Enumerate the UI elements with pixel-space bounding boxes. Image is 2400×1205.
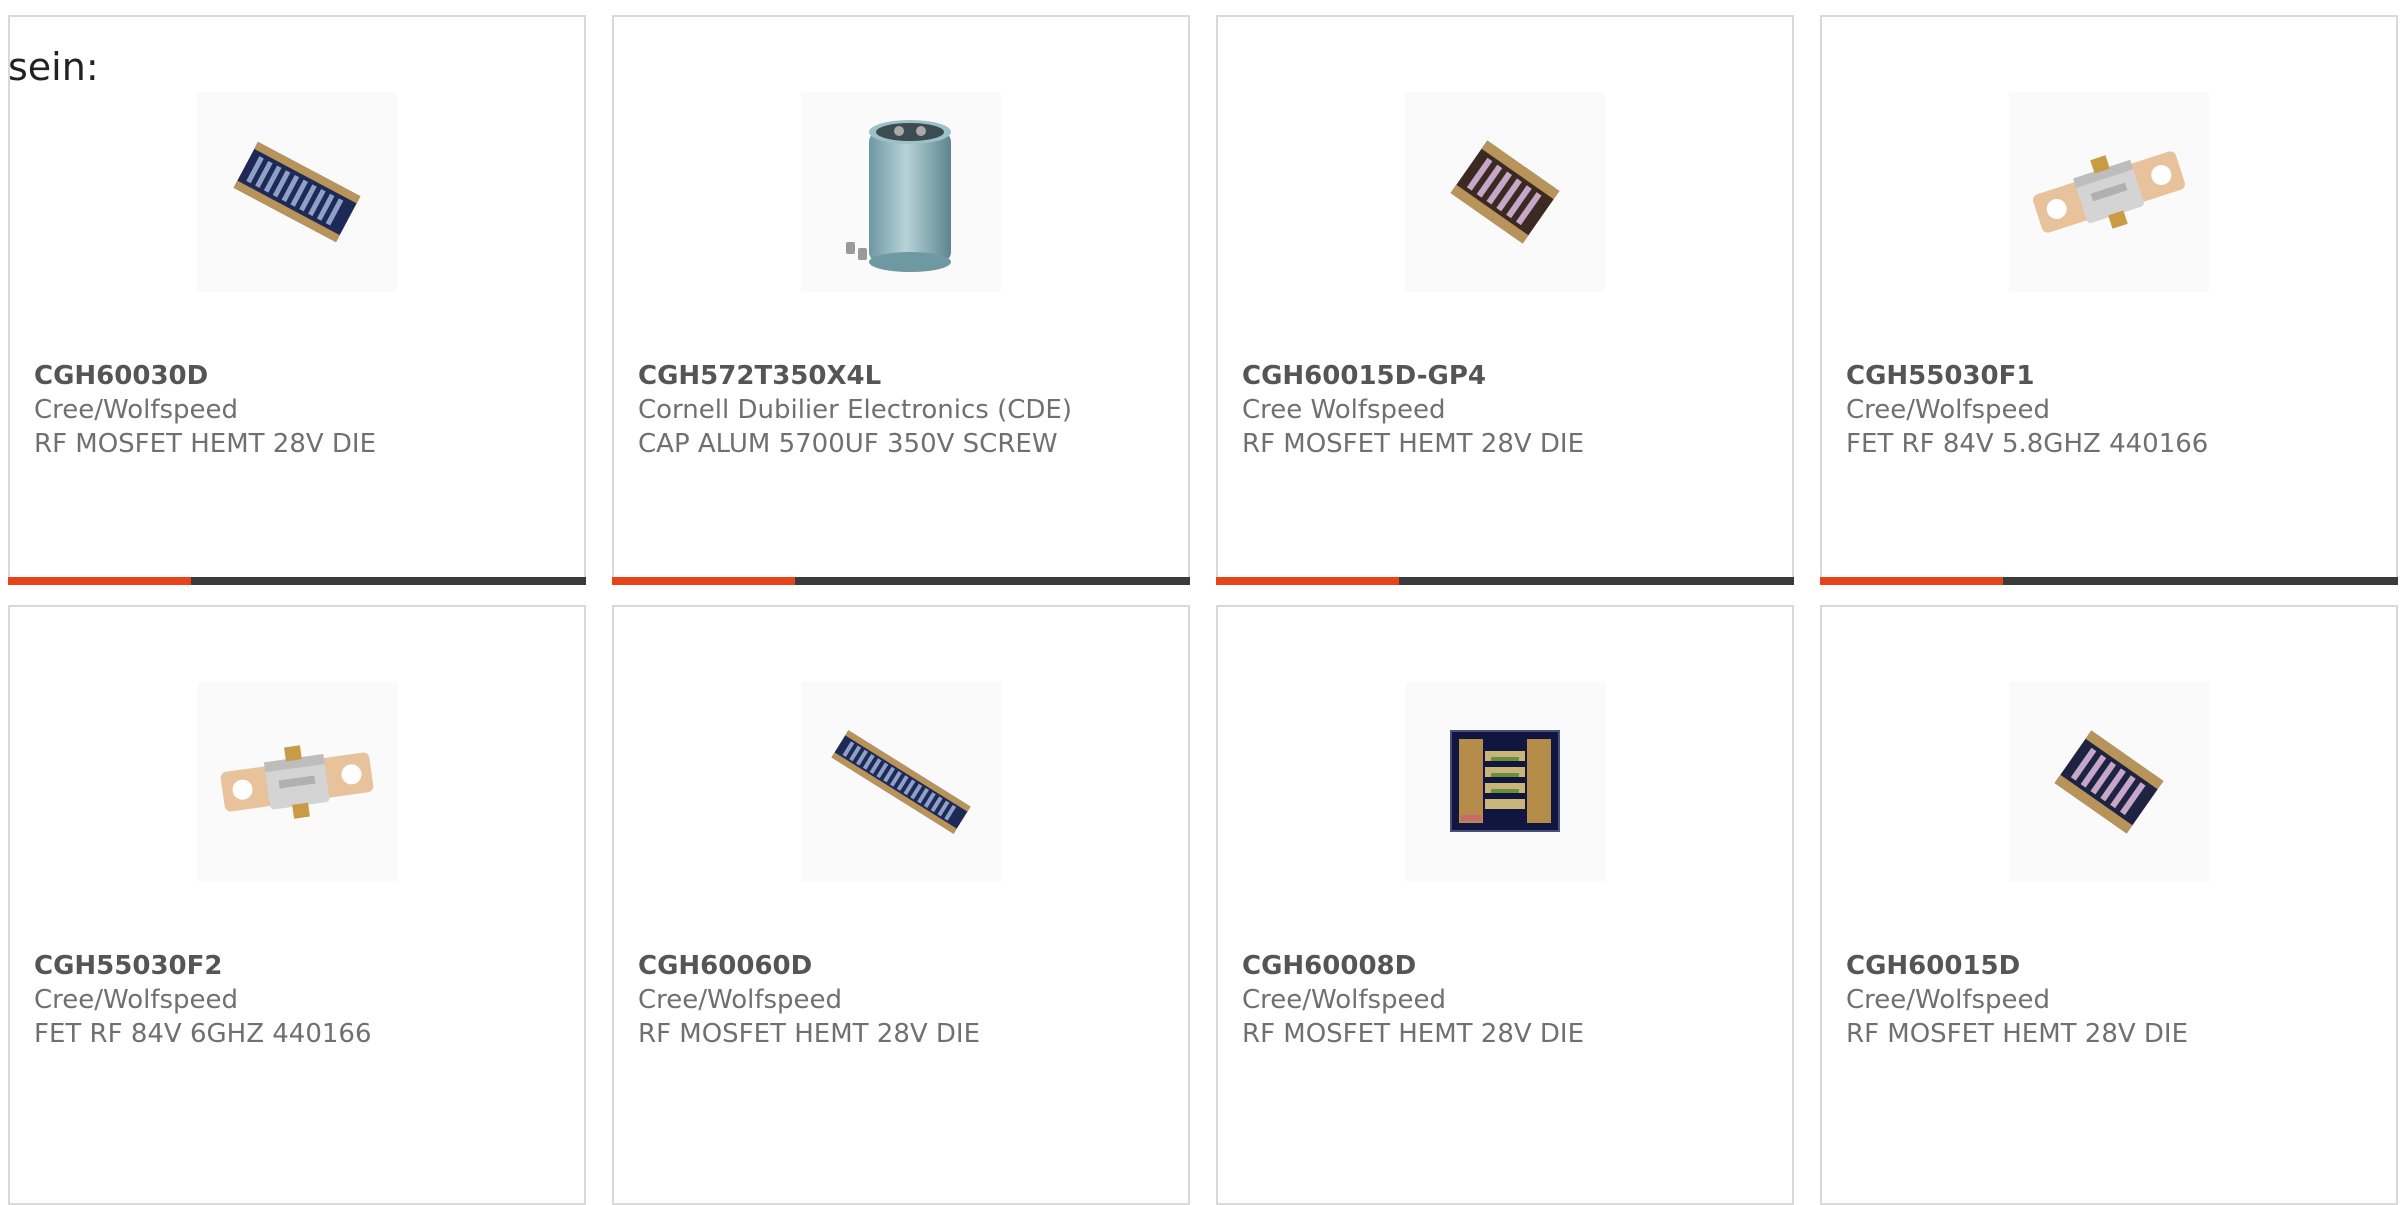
flange-package-icon xyxy=(220,745,374,819)
product-image[interactable] xyxy=(2009,92,2209,292)
manufacturer: Cree/Wolfspeed xyxy=(638,985,843,1015)
product-card[interactable]: CGH60030D Cree/Wolfspeed RF MOSFET HEMT … xyxy=(8,15,586,585)
product-card[interactable]: CGH60060D Cree/Wolfspeed RF MOSFET HEMT … xyxy=(612,605,1190,1205)
product-card[interactable]: CGH55030F2 Cree/Wolfspeed FET RF 84V 6GH… xyxy=(8,605,586,1205)
part-number[interactable]: CGH60015D-GP4 xyxy=(1242,359,1780,393)
product-card[interactable]: CGH55030F1 Cree/Wolfspeed FET RF 84V 5.8… xyxy=(1820,15,2398,585)
manufacturer: Cree/Wolfspeed xyxy=(34,395,239,425)
part-number[interactable]: CGH60030D xyxy=(34,359,572,393)
product-card[interactable]: CGH60015D Cree/Wolfspeed RF MOSFET HEMT … xyxy=(1820,605,2398,1205)
description: CAP ALUM 5700UF 350V SCREW xyxy=(638,429,1058,459)
description: RF MOSFET HEMT 28V DIE xyxy=(638,1019,981,1049)
manufacturer: Cree/Wolfspeed xyxy=(34,985,239,1015)
capacitor-icon xyxy=(846,120,951,272)
description: RF MOSFET HEMT 28V DIE xyxy=(1846,1019,2189,1049)
manufacturer: Cree/Wolfspeed xyxy=(1846,395,2051,425)
square-die-icon xyxy=(1450,730,1560,832)
product-card[interactable]: CGH60008D Cree/Wolfspeed RF MOSFET HEMT … xyxy=(1216,605,1794,1205)
product-image[interactable] xyxy=(197,92,397,292)
card-accent-bar xyxy=(1820,577,2398,585)
manufacturer: Cornell Dubilier Electronics (CDE) xyxy=(638,395,1072,425)
part-number[interactable]: CGH60060D xyxy=(638,949,1176,983)
part-number[interactable]: CGH60015D xyxy=(1846,949,2384,983)
manufacturer: Cree/Wolfspeed xyxy=(1242,985,1447,1015)
product-image[interactable] xyxy=(197,682,397,882)
description: RF MOSFET HEMT 28V DIE xyxy=(1242,1019,1585,1049)
flange-package-icon xyxy=(2033,151,2185,233)
product-card[interactable]: CGH572T350X4L Cornell Dubilier Electroni… xyxy=(612,15,1190,585)
description: FET RF 84V 6GHZ 440166 xyxy=(34,1019,372,1049)
product-image[interactable] xyxy=(1405,92,1605,292)
card-accent-bar xyxy=(1216,577,1794,585)
card-accent-bar xyxy=(612,577,1190,585)
product-image[interactable] xyxy=(2009,682,2209,882)
product-image[interactable] xyxy=(801,92,1001,292)
description: RF MOSFET HEMT 28V DIE xyxy=(34,429,377,459)
manufacturer: Cree/Wolfspeed xyxy=(1846,985,2051,1015)
long-die-chip-icon xyxy=(831,730,971,834)
intro-text: sein: xyxy=(8,45,99,89)
part-number[interactable]: CGH60008D xyxy=(1242,949,1780,983)
manufacturer: Cree Wolfspeed xyxy=(1242,395,1446,425)
die-chip-icon xyxy=(233,141,361,243)
part-number[interactable]: CGH55030F1 xyxy=(1846,359,2384,393)
description: RF MOSFET HEMT 28V DIE xyxy=(1242,429,1585,459)
product-grid: CGH60030D Cree/Wolfspeed RF MOSFET HEMT … xyxy=(8,15,2400,1205)
die-chip-icon xyxy=(1450,140,1560,244)
product-image[interactable] xyxy=(801,682,1001,882)
part-number[interactable]: CGH572T350X4L xyxy=(638,359,1176,393)
description: FET RF 84V 5.8GHZ 440166 xyxy=(1846,429,2209,459)
product-image[interactable] xyxy=(1405,682,1605,882)
card-accent-bar xyxy=(8,577,586,585)
product-card[interactable]: CGH60015D-GP4 Cree Wolfspeed RF MOSFET H… xyxy=(1216,15,1794,585)
part-number[interactable]: CGH55030F2 xyxy=(34,949,572,983)
die-chip-icon xyxy=(2054,730,2164,834)
